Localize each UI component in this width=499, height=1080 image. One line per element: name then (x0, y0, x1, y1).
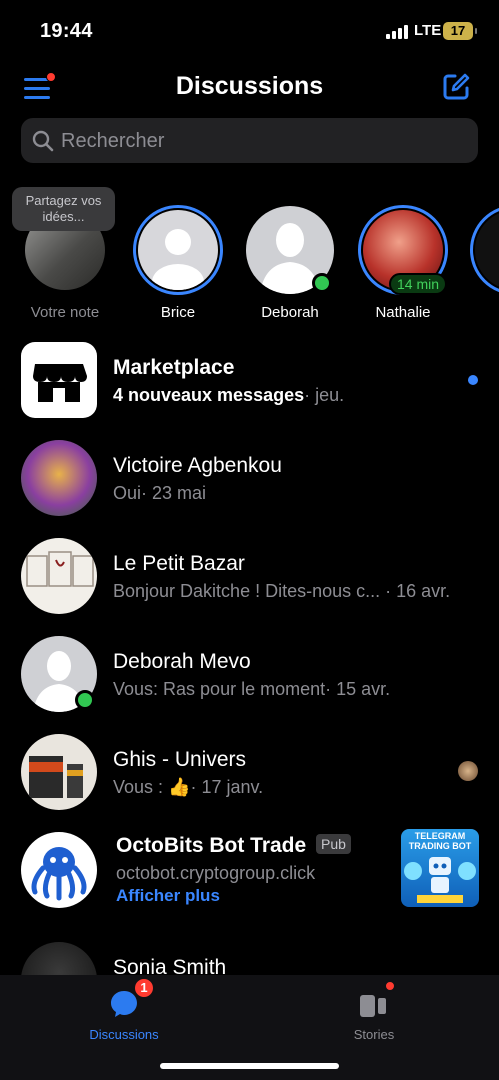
search-placeholder: Rechercher (61, 130, 165, 152)
conversation-ghis-univers[interactable]: Ghis - Univers Vous : 👍· 17 janv. (0, 722, 499, 820)
battery-icon: 17 (443, 22, 477, 40)
ad-url: octobot.cryptogroup.click (116, 863, 316, 883)
story-nathalie[interactable]: 14 min Nathalie (353, 205, 453, 325)
search-icon (32, 130, 54, 152)
page-title: Discussions (175, 72, 324, 100)
marketplace-icon (21, 342, 97, 418)
see-more-link[interactable]: Afficher plus (116, 886, 220, 906)
story-name: B (455, 304, 499, 321)
thumbs-up-emoji: 👍 (168, 777, 191, 797)
network-label: LTE (414, 22, 442, 39)
online-indicator (312, 273, 332, 293)
story-name: Brice (160, 304, 196, 321)
conversation-title: Le Petit Bazar (113, 552, 245, 575)
home-indicator[interactable] (160, 1063, 339, 1069)
conversation-preview: Vous: Ras pour le moment· 15 avr. (113, 679, 391, 699)
notification-dot (384, 980, 396, 992)
compose-icon[interactable] (441, 72, 471, 102)
conversation-marketplace[interactable]: Marketplace 4 nouveaux messages· jeu. (0, 330, 499, 428)
conversation-preview: Bonjour Dakitche ! Dites-nous c... · 16 … (113, 581, 451, 601)
tab-label: Discussions (89, 1027, 159, 1042)
avatar (21, 942, 97, 975)
stories-row: Partagez vos idées... Votre note Brice D… (0, 185, 499, 325)
conversation-title: Ghis - Univers (113, 748, 247, 771)
conversation-title: Deborah Mevo (113, 650, 251, 673)
online-indicator (75, 690, 95, 710)
tab-discussions[interactable]: Discussions (64, 983, 184, 1043)
conversation-deborah-mevo[interactable]: Deborah Mevo Vous: Ras pour le moment· 1… (0, 624, 499, 722)
status-time: 19:44 (40, 20, 93, 42)
header: Discussions (0, 66, 499, 112)
story-brice[interactable]: Brice (128, 205, 228, 325)
unread-indicator (468, 375, 478, 385)
conversation-title: Sonia Smith (113, 956, 227, 975)
conversation-preview: Oui· 23 mai (113, 483, 207, 503)
conversation-title: OctoBits Bot Trade Pub (116, 834, 351, 858)
conversation-octobits-ad[interactable]: OctoBits Bot Trade Pub octobot.cryptogro… (0, 820, 499, 930)
unread-badge: 1 (133, 977, 155, 999)
conversation-title: Marketplace (113, 356, 235, 379)
conversation-victoire[interactable]: Victoire Agbenkou Oui· 23 mai (0, 428, 499, 526)
ad-image-title: TELEGRAM TRADING BOT (408, 831, 472, 851)
search-input[interactable]: Rechercher (21, 118, 478, 163)
story-name: Votre note (30, 304, 100, 321)
note-bubble[interactable]: Partagez vos idées... (12, 187, 115, 231)
story-partial[interactable]: B (465, 205, 499, 325)
sponsored-tag: Pub (316, 834, 351, 854)
conversation-le-petit-bazar[interactable]: Le Petit Bazar Bonjour Dakitche ! Dites-… (0, 526, 499, 624)
avatar (21, 440, 97, 516)
active-time-badge: 14 min (389, 273, 448, 295)
ad-image[interactable]: TELEGRAM TRADING BOT (401, 829, 479, 907)
avatar (138, 210, 218, 290)
tab-stories[interactable]: Stories (314, 983, 434, 1043)
conversation-sonia-smith[interactable]: Sonia Smith (0, 930, 499, 975)
conversation-list: Marketplace 4 nouveaux messages· jeu. Vi… (0, 330, 499, 975)
conversation-preview: Vous : 👍· 17 janv. (113, 777, 264, 797)
avatar (21, 832, 97, 908)
avatar (21, 538, 97, 614)
signal-icon (386, 25, 410, 39)
tab-label: Stories (353, 1027, 395, 1042)
conversation-preview: 4 nouveaux messages· jeu. (113, 385, 345, 405)
story-name: Nathalie (375, 304, 431, 321)
avatar (21, 734, 97, 810)
status-bar: 19:44 LTE 17 (0, 0, 499, 62)
story-deborah[interactable]: Deborah (240, 205, 340, 325)
story-name: Deborah (261, 304, 319, 321)
conversation-title: Victoire Agbenkou (113, 454, 282, 477)
read-receipt-avatar (458, 761, 478, 781)
stories-icon (360, 995, 386, 1017)
